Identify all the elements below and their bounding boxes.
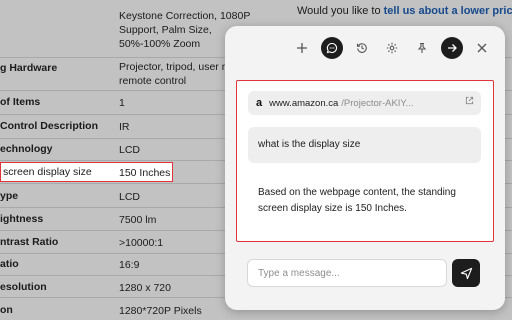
send-button[interactable]: [452, 259, 480, 287]
spec-label: ype: [0, 190, 19, 202]
spec-value: >10000:1: [119, 237, 164, 249]
spec-value: 1280 x 720: [119, 282, 171, 294]
spec-value: 7500 lm: [119, 214, 157, 226]
spec-label: screen display size: [3, 166, 92, 178]
plus-icon[interactable]: [291, 37, 313, 59]
spec-value: 150 Inches: [119, 167, 171, 179]
spec-label: on: [0, 304, 13, 316]
assistant-panel: a www.amazon.ca /Projector-AKIY... what …: [225, 26, 505, 310]
spec-value: 16:9: [119, 259, 140, 271]
spec-label: of Items: [0, 96, 41, 108]
spec-value: IR: [119, 121, 130, 133]
spec-label: Control Description: [0, 120, 99, 132]
pin-icon[interactable]: [411, 37, 433, 59]
spec-value: LCD: [119, 144, 141, 156]
spec-value: LCD: [119, 191, 141, 203]
spec-label: echnology: [0, 143, 53, 155]
message-input[interactable]: [247, 259, 447, 287]
send-icon: [460, 267, 472, 279]
assistant-message: Based on the webpage content, the standi…: [258, 187, 456, 214]
arrow-right-icon[interactable]: [441, 37, 463, 59]
chat-area: a www.amazon.ca /Projector-AKIY... what …: [236, 80, 494, 242]
panel-toolbar: [291, 36, 493, 60]
history-icon[interactable]: [351, 37, 373, 59]
source-domain: www.amazon.ca: [269, 97, 339, 109]
user-message: what is the display size: [248, 127, 481, 163]
gear-icon[interactable]: [381, 37, 403, 59]
close-icon[interactable]: [471, 37, 493, 59]
lower-price-prompt: Would you like to tell us about a lower …: [297, 5, 512, 17]
source-card[interactable]: a www.amazon.ca /Projector-AKIY...: [248, 91, 481, 115]
promo-text: Would you like to: [297, 5, 384, 17]
spec-label: ightness: [0, 213, 44, 225]
spec-label: ntrast Ratio: [0, 236, 59, 248]
spec-label: atio: [0, 258, 19, 270]
spec-value: 1: [119, 97, 125, 109]
spec-value: 1280*720P Pixels: [119, 305, 202, 317]
spec-value: Projector, tripod, user m remote control: [119, 61, 231, 87]
spec-label: esolution: [0, 281, 47, 293]
lower-price-link[interactable]: tell us about a lower price?: [384, 5, 512, 17]
chat-icon[interactable]: [321, 37, 343, 59]
source-path: /Projector-AKIY...: [341, 97, 414, 109]
external-link-icon[interactable]: [465, 96, 474, 108]
amazon-logo: a: [256, 97, 263, 109]
spec-label: g Hardware: [0, 62, 58, 74]
